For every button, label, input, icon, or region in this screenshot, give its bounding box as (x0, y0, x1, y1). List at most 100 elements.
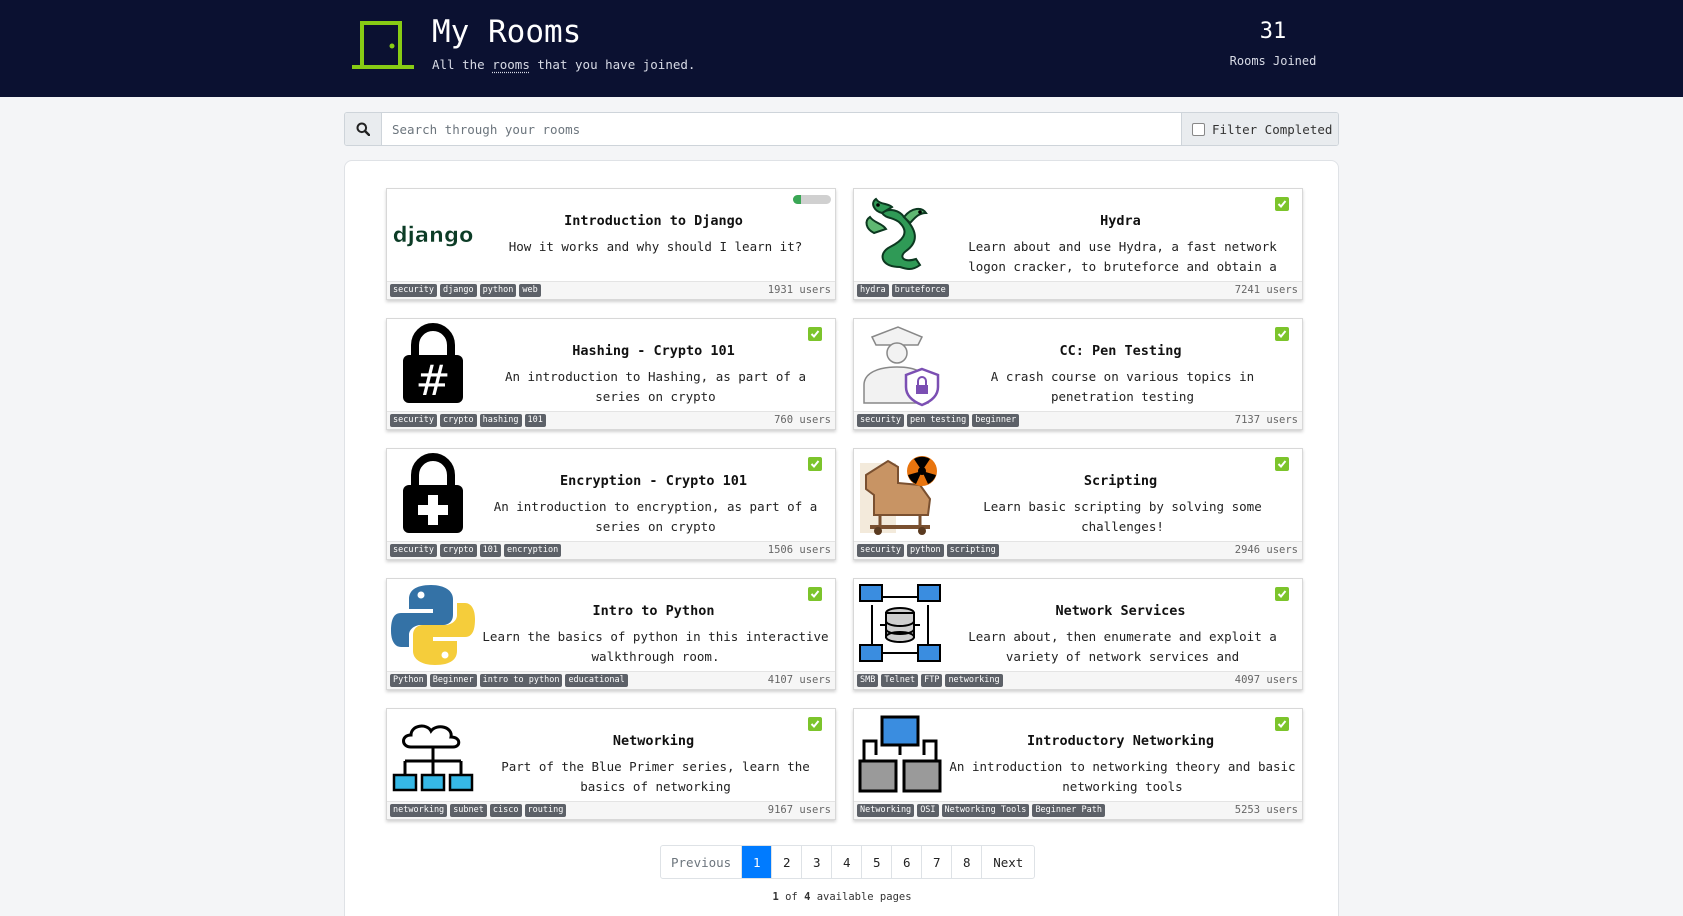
page-4-button[interactable]: 4 (832, 846, 863, 878)
room-card-introductory-networking[interactable]: Introductory Networking An introduction t… (853, 708, 1303, 820)
room-tag[interactable]: Networking (857, 804, 915, 817)
room-tag[interactable]: bruteforce (891, 284, 949, 297)
room-tag[interactable]: Python (390, 674, 427, 687)
security-guard-icon (856, 321, 944, 409)
room-tag[interactable]: routing (524, 804, 567, 817)
room-description: Learn the basics of python in this inter… (482, 629, 829, 664)
room-title[interactable]: Intro to Python (482, 603, 825, 619)
room-tags: security crypto hashing 101 (390, 414, 546, 427)
room-card-cc-pen-testing[interactable]: CC: Pen Testing A crash course on various… (853, 318, 1303, 430)
rooms-link[interactable]: rooms (492, 57, 530, 72)
room-tag[interactable]: 101 (524, 414, 546, 427)
room-card-networking[interactable]: Networking Part of the Blue Primer series… (386, 708, 836, 820)
filter-completed-toggle[interactable]: Filter Completed (1181, 113, 1338, 145)
room-description: Learn basic scripting by solving some ch… (983, 499, 1262, 534)
room-title[interactable]: Hashing - Crypto 101 (482, 343, 825, 359)
room-footer: Networking OSI Networking Tools Beginner Pa… (854, 801, 1302, 819)
room-tag[interactable]: Telnet (881, 674, 919, 687)
room-tags: Networking OSI Networking Tools Beginner Pa… (857, 804, 1105, 817)
room-tag[interactable]: hashing (479, 414, 522, 427)
room-tags: SMB Telnet FTP networking (857, 674, 1003, 687)
python-logo-icon (389, 581, 477, 669)
room-description: Part of the Blue Primer series, learn th… (501, 759, 810, 794)
completed-check-icon (808, 457, 822, 471)
completed-check-icon (1275, 717, 1289, 731)
room-tag[interactable]: encryption (504, 544, 562, 557)
page-8-button[interactable]: 8 (952, 846, 983, 878)
room-user-count: 4097 users (1234, 674, 1298, 686)
room-title[interactable]: Networking (482, 733, 825, 749)
room-tag[interactable]: OSI (917, 804, 939, 817)
room-tag[interactable]: Networking Tools (941, 804, 1030, 817)
room-tags: security django python web (390, 284, 541, 297)
page-6-button[interactable]: 6 (892, 846, 923, 878)
room-tag[interactable]: crypto (439, 544, 477, 557)
room-user-count: 5253 users (1234, 804, 1298, 816)
room-card-encryption-crypto-101[interactable]: Encryption - Crypto 101 An introduction t… (386, 448, 836, 560)
room-title[interactable]: Encryption - Crypto 101 (482, 473, 825, 489)
filter-completed-checkbox[interactable] (1192, 122, 1205, 136)
room-tag[interactable]: pen testing (906, 414, 970, 427)
previous-page-button[interactable]: Previous (661, 846, 743, 878)
page-7-button[interactable]: 7 (922, 846, 953, 878)
completed-check-icon (808, 717, 822, 731)
rooms-joined-label: Rooms Joined (1229, 54, 1317, 68)
room-title[interactable]: CC: Pen Testing (949, 343, 1292, 359)
room-tag[interactable]: networking (945, 674, 1003, 687)
page-info: 1 of 4 available pages (772, 891, 912, 903)
room-tag[interactable]: beginner (972, 414, 1020, 427)
room-title[interactable]: Hydra (949, 213, 1292, 229)
room-tags: networking subnet cisco routing (390, 804, 567, 817)
room-card-scripting[interactable]: Scripting Learn basic scripting by solvin… (853, 448, 1303, 560)
room-tag[interactable]: scripting (946, 544, 999, 557)
room-footer: security crypto hashing 101 760 users (387, 411, 835, 429)
rooms-joined-count: 31 (1259, 19, 1287, 44)
completed-check-icon (1275, 197, 1289, 211)
room-card-hashing-crypto-101[interactable]: # Hashing - Crypto 101 An introduction to … (386, 318, 836, 430)
room-title[interactable]: Network Services (949, 603, 1292, 619)
room-tag[interactable]: educational (565, 674, 628, 687)
room-tag[interactable]: security (857, 414, 904, 427)
room-description: An introduction to networking theory and… (949, 759, 1296, 794)
plus-lock-icon (389, 451, 477, 539)
room-tags: hydra bruteforce (857, 284, 949, 297)
room-title[interactable]: Scripting (949, 473, 1292, 489)
next-page-button[interactable]: Next (982, 846, 1034, 878)
room-tag[interactable]: Beginner Path (1032, 804, 1105, 817)
search-input[interactable] (382, 113, 1181, 145)
room-footer: hydra bruteforce 7241 users (854, 281, 1302, 299)
room-title[interactable]: Introductory Networking (949, 733, 1292, 749)
page-1-button[interactable]: 1 (742, 846, 773, 878)
room-tag[interactable]: python (479, 284, 517, 297)
room-tag[interactable]: Beginner (429, 674, 477, 687)
room-tag[interactable]: networking (390, 804, 448, 817)
room-tag[interactable]: cisco (489, 804, 522, 817)
room-tag[interactable]: web (519, 284, 541, 297)
room-description: An introduction to Hashing, as part of a… (504, 369, 807, 404)
room-tag[interactable]: crypto (439, 414, 477, 427)
room-tag[interactable]: FTP (921, 674, 943, 687)
room-tags: security python scripting (857, 544, 999, 557)
room-tag[interactable]: security (390, 284, 437, 297)
room-tag[interactable]: SMB (857, 674, 879, 687)
filter-completed-label: Filter Completed (1212, 121, 1333, 137)
room-tag[interactable]: 101 (479, 544, 502, 557)
room-card-intro-to-python[interactable]: Intro to Python Learn the basics of pytho… (386, 578, 836, 690)
room-card-introduction-to-django[interactable]: django Introduction to Django How it works… (386, 188, 836, 300)
room-tag[interactable]: security (390, 544, 437, 557)
pagination: Previous 1 2 3 4 5 6 7 8 Next (660, 845, 1036, 879)
room-tag[interactable]: subnet (450, 804, 487, 817)
room-tag[interactable]: django (439, 284, 477, 297)
page-3-button[interactable]: 3 (802, 846, 833, 878)
room-title[interactable]: Introduction to Django (482, 213, 825, 229)
room-tag[interactable]: hydra (857, 284, 889, 297)
room-card-hydra[interactable]: Hydra Learn about and use Hydra, a fast n… (853, 188, 1303, 300)
room-tag[interactable]: security (857, 544, 904, 557)
search-bar: Filter Completed (344, 112, 1339, 146)
page-2-button[interactable]: 2 (772, 846, 803, 878)
room-card-network-services[interactable]: Network Services Learn about, then enumer… (853, 578, 1303, 690)
page-5-button[interactable]: 5 (862, 846, 893, 878)
room-tag[interactable]: intro to python (479, 674, 563, 687)
room-tag[interactable]: security (390, 414, 437, 427)
room-tag[interactable]: python (906, 544, 944, 557)
